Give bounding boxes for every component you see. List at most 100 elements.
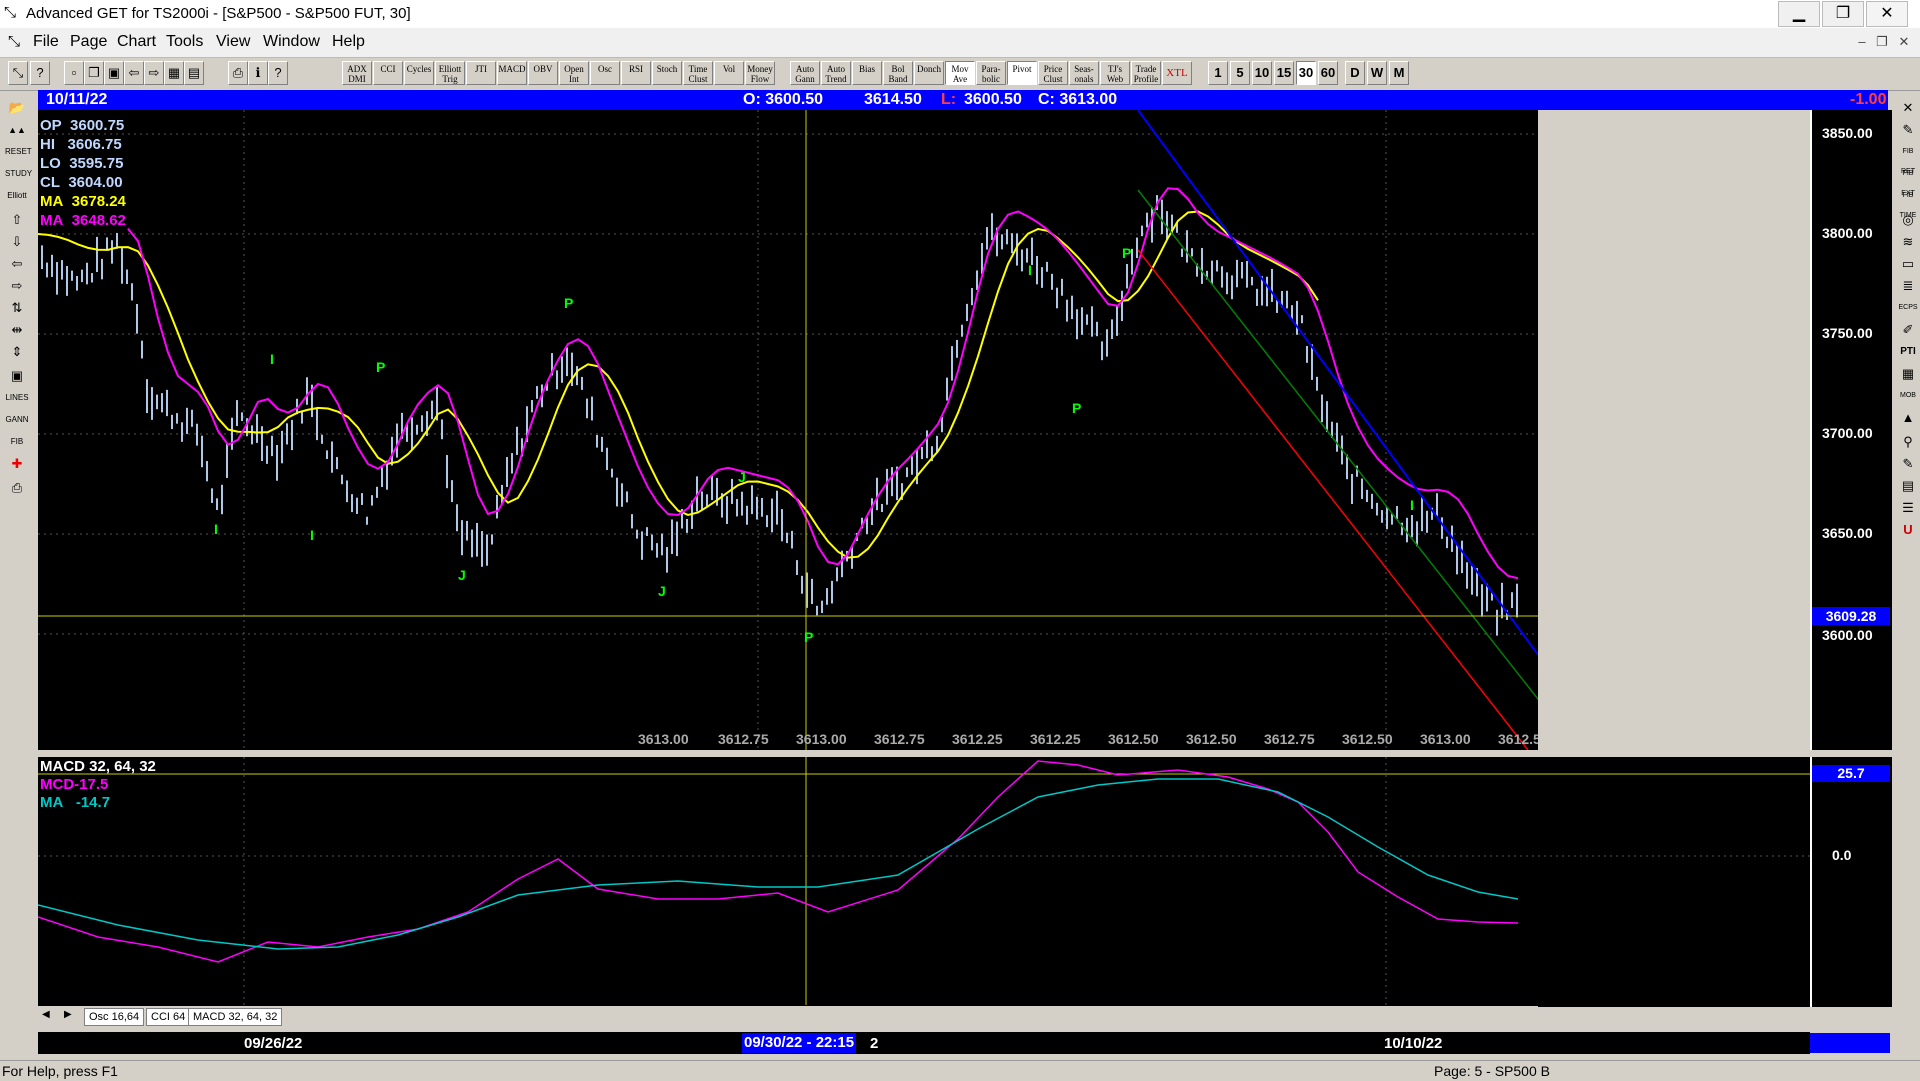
list-icon[interactable]: ☰ <box>1896 498 1920 518</box>
window-icon[interactable]: ▣ <box>5 366 29 386</box>
study-autogann-button[interactable]: Auto Gann <box>790 61 820 85</box>
study-macd-button[interactable]: MACD <box>497 61 527 85</box>
period-1-button[interactable]: 1 <box>1208 61 1228 85</box>
print-icon[interactable]: ⎙ <box>228 61 248 85</box>
arrow-up-icon[interactable]: ⇧ <box>5 210 29 230</box>
back-icon[interactable]: ⇦ <box>124 61 144 85</box>
study-rsi-button[interactable]: RSI <box>621 61 651 85</box>
fib-icon[interactable]: ▲▲ <box>5 120 29 140</box>
period-m-button[interactable]: M <box>1389 61 1409 85</box>
fib-time-icon[interactable]: FIB TIME <box>1896 186 1920 219</box>
menu-help[interactable]: Help <box>332 33 365 51</box>
period-15-button[interactable]: 15 <box>1274 61 1294 85</box>
fan-icon[interactable]: ≋ <box>1896 232 1920 252</box>
new-page-icon[interactable]: ▫ <box>64 61 84 85</box>
menu-window[interactable]: Window <box>263 33 320 51</box>
pti-icon[interactable]: PTI <box>1896 342 1920 362</box>
expand-horizontal-icon[interactable]: ⇹ <box>5 320 29 340</box>
fib-ext-icon[interactable]: FIB EXT <box>1896 164 1920 197</box>
brush-icon[interactable]: ✎ <box>1896 454 1920 474</box>
elliott-icon[interactable]: Elliott <box>5 186 29 206</box>
crosshair-icon[interactable]: ✚ <box>5 454 29 474</box>
study-icon[interactable]: STUDY <box>5 164 32 184</box>
restore-button[interactable]: ❐ <box>1822 1 1864 27</box>
study-elliott-button[interactable]: Elliott Trig <box>435 61 465 85</box>
study-pivot-button[interactable]: Pivot <box>1007 61 1037 85</box>
menu-page[interactable]: Page <box>70 33 107 51</box>
period-5-button[interactable]: 5 <box>1230 61 1250 85</box>
tab-macd[interactable]: MACD 32, 64, 32 <box>188 1008 283 1026</box>
magnifier-icon[interactable]: ⚲ <box>1896 432 1920 452</box>
macd-panel[interactable]: MACD 32, 64, 32 MCD-17.5 MA -14.7 <box>38 757 1810 1007</box>
close-button[interactable]: ✕ <box>1866 1 1908 27</box>
layout-icon[interactable]: ▣ <box>104 61 124 85</box>
grid-icon[interactable]: ▦ <box>164 61 184 85</box>
menu-view[interactable]: View <box>216 33 250 51</box>
study-xtl-button[interactable]: XTL <box>1162 61 1192 85</box>
study-openint-button[interactable]: Open Int <box>559 61 589 85</box>
mdi-restore-button[interactable]: ❐ <box>1872 33 1892 51</box>
mdi-minimize-button[interactable]: – <box>1852 33 1872 51</box>
price-axis[interactable]: 3850.00 3800.00 3750.00 3700.00 3650.00 … <box>1810 110 1892 750</box>
up-marker-icon[interactable]: ▲ <box>1896 408 1920 428</box>
reset-icon[interactable]: RESET <box>5 142 32 162</box>
fib-mob-icon[interactable]: MOB <box>1896 386 1920 406</box>
arrow-right-icon[interactable]: ⇨ <box>5 276 29 296</box>
notes-icon[interactable]: ▤ <box>1896 476 1920 496</box>
expand-vertical-icon[interactable]: ⇕ <box>5 342 29 362</box>
gann-box-icon[interactable]: ▭ <box>1896 254 1920 274</box>
study-bolband-button[interactable]: Bol Band <box>883 61 913 85</box>
study-obv-button[interactable]: OBV <box>528 61 558 85</box>
copy-icon[interactable]: ❐ <box>84 61 104 85</box>
context-help-icon[interactable]: ? <box>268 61 288 85</box>
period-60-button[interactable]: 60 <box>1318 61 1338 85</box>
period-10-button[interactable]: 10 <box>1252 61 1272 85</box>
price-chart-panel[interactable]: I I I P P J J J P I P P I OP 3600.75 HI 3606.75 LO 3… <box>38 110 1538 750</box>
period-w-button[interactable]: W <box>1367 61 1387 85</box>
study-osc-button[interactable]: Osc <box>590 61 620 85</box>
price-chart-svg[interactable]: I I I P P J J J P I P P I <box>38 110 1538 750</box>
print-setup-icon[interactable]: ⎙ <box>5 478 29 498</box>
study-moneyflow-button[interactable]: Money Flow <box>745 61 775 85</box>
tab-osc[interactable]: Osc 16,64 <box>84 1008 145 1026</box>
study-adx-button[interactable]: ADX DMI <box>342 61 372 85</box>
study-vol-button[interactable]: Vol <box>714 61 744 85</box>
tab-scroll-left-icon[interactable]: ◀ <box>42 1009 50 1020</box>
menu-chart[interactable]: Chart <box>117 33 156 51</box>
study-jti-button[interactable]: JTI <box>466 61 496 85</box>
lines-icon[interactable]: LINES <box>5 388 29 408</box>
spiral-icon[interactable]: ◎ <box>1896 210 1920 230</box>
tab-cci[interactable]: CCI 64 <box>146 1008 191 1026</box>
compress-icon[interactable]: ⇅ <box>5 298 29 318</box>
arrow-down-icon[interactable]: ⇩ <box>5 232 29 252</box>
study-bias-button[interactable]: Bias <box>852 61 882 85</box>
period-30-button[interactable]: 30 <box>1296 61 1316 85</box>
menu-tools[interactable]: Tools <box>166 33 203 51</box>
menu-file[interactable]: File <box>33 33 59 51</box>
forward-icon[interactable]: ⇨ <box>144 61 164 85</box>
study-tjweb-button[interactable]: TJ's Web <box>1100 61 1130 85</box>
pencil-icon[interactable]: ✎ <box>1896 120 1920 140</box>
study-cci-button[interactable]: CCI <box>373 61 403 85</box>
study-autotrend-button[interactable]: Auto Trend <box>821 61 851 85</box>
fib-ret-icon[interactable]: FIB RET <box>1896 142 1920 175</box>
study-movave-button[interactable]: Mov Ave <box>945 61 975 85</box>
study-timeclust-button[interactable]: Time Clust <box>683 61 713 85</box>
help-pointer-icon[interactable]: ? <box>30 61 50 85</box>
fib-lines-icon[interactable]: FIB <box>5 432 29 452</box>
study-seasonals-button[interactable]: Seas-onals <box>1069 61 1099 85</box>
minimize-button[interactable]: ▁ <box>1778 1 1820 27</box>
cycles-icon[interactable]: ≣ <box>1896 276 1920 296</box>
cursor-icon[interactable]: ⤡ <box>8 61 28 85</box>
open-chart-icon[interactable]: 📂 <box>5 98 29 118</box>
period-d-button[interactable]: D <box>1345 61 1365 85</box>
close-tool-icon[interactable]: ✕ <box>1896 98 1920 118</box>
macd-chart-svg[interactable] <box>38 757 1810 1007</box>
magnet-icon[interactable]: U <box>1896 520 1920 540</box>
study-stoch-button[interactable]: Stoch <box>652 61 682 85</box>
table-icon[interactable]: ▦ <box>1896 364 1920 384</box>
study-cycles-button[interactable]: Cycles <box>404 61 434 85</box>
zoom-icon[interactable]: ▤ <box>184 61 204 85</box>
gann-icon[interactable]: GANN <box>5 410 29 430</box>
study-tradeprofile-button[interactable]: Trade Profile <box>1131 61 1161 85</box>
